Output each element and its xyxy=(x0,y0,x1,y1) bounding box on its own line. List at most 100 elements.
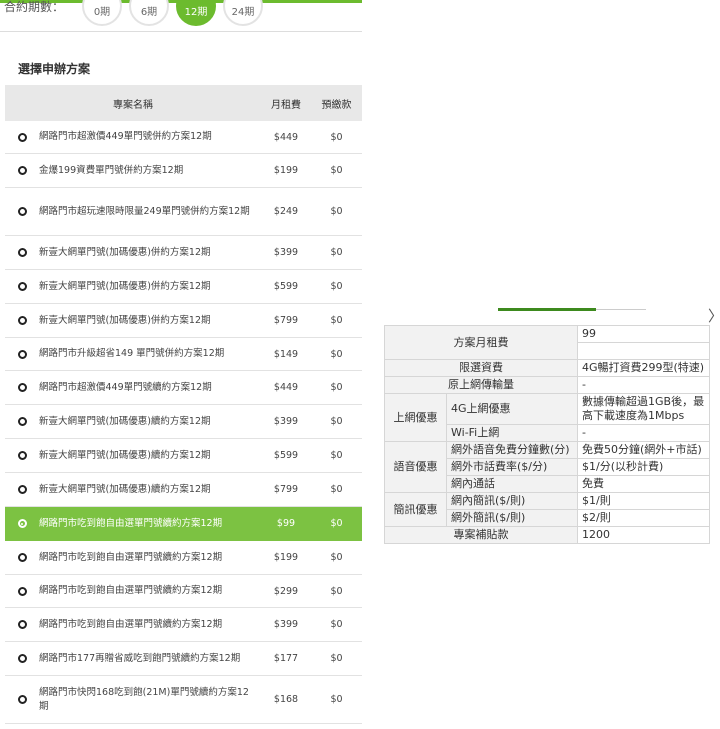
plan-row[interactable]: 網路門市吃到飽自由選單門號續約方案12期 $99 $0 xyxy=(5,507,362,541)
plan-monthly-fee: $399 xyxy=(273,619,299,630)
plan-name: 新壹大網單門號(加碼優惠)併約方案12期 xyxy=(39,314,211,326)
period-option-0[interactable]: 0期 xyxy=(82,0,122,26)
radio-circle-icon xyxy=(17,417,27,426)
radio-circle-icon xyxy=(17,654,27,663)
plan-row[interactable]: 網路門市吃到飽自由選單門號續約方案12期 $399 $0 xyxy=(5,608,362,642)
plan-radio[interactable] xyxy=(5,207,39,216)
plan-row[interactable]: 網路門市超激價449單門號續約方案12期 $449 $0 xyxy=(5,371,362,405)
plan-prepayment: $0 xyxy=(330,281,343,292)
plan-row[interactable]: 網路門市177再贈省威吃到飽門號續約方案12期 $177 $0 xyxy=(5,642,362,676)
plan-prepayment: $0 xyxy=(330,694,343,705)
internet-4g-value: 數據傳輸超過1GB後，最高下載速度為1Mbps xyxy=(577,393,710,425)
offnet-sms-label: 網外簡訊($/則) xyxy=(446,509,578,527)
plan-prepayment: $0 xyxy=(330,382,343,393)
plan-radio[interactable] xyxy=(5,553,39,562)
wifi-value: - xyxy=(577,424,710,442)
subsidy-value: 1200 xyxy=(577,526,710,544)
plan-radio[interactable] xyxy=(5,519,39,528)
plan-prepayment: $0 xyxy=(330,619,343,630)
plan-name: 網路門市吃到飽自由選單門號續約方案12期 xyxy=(39,551,223,563)
monthly-fee-label: 方案月租費 xyxy=(384,325,578,360)
plan-radio[interactable] xyxy=(5,132,39,142)
plan-radio[interactable] xyxy=(5,695,39,704)
plan-radio[interactable] xyxy=(5,316,39,325)
radio-circle-icon xyxy=(17,620,27,629)
plan-row[interactable]: 網路門市升級超省149 單門號併約方案12期 $149 $0 xyxy=(5,338,362,371)
plan-row[interactable]: 網路門市吃到飽自由選單門號續約方案12期 $199 $0 xyxy=(5,541,362,575)
plan-row[interactable]: 新壹大網單門號(加碼優惠)併約方案12期 $599 $0 xyxy=(5,270,362,304)
plan-row[interactable]: 新壹大網單門號(加碼優惠)續約方案12期 $599 $0 xyxy=(5,439,362,473)
plan-monthly-fee: $299 xyxy=(273,585,299,597)
plan-monthly-fee: $99 xyxy=(276,518,296,529)
plan-prepayment: $0 xyxy=(330,131,343,143)
offnet-free-value: 免費50分鐘(網外+市話) xyxy=(577,441,710,459)
plan-monthly-fee: $799 xyxy=(273,484,299,495)
plan-radio[interactable] xyxy=(5,282,39,291)
plan-row[interactable]: 網路門市超激價449單門號併約方案12期 $449 $0 xyxy=(5,121,362,154)
plan-row[interactable]: 網路門市超玩速限時限量249單門號併約方案12期 $249 $0 xyxy=(5,188,362,236)
plan-monthly-fee: $177 xyxy=(273,653,299,664)
plan-row[interactable]: 網路門市吃到飽自由選單門號續約方案12期 $299 $0 xyxy=(5,575,362,608)
plan-radio[interactable] xyxy=(5,485,39,494)
plan-row[interactable]: 網路門市快閃168吃到飽(21M)單門號續約方案12期 $168 $0 xyxy=(5,676,362,724)
limited-plan-label: 限選資費 xyxy=(384,359,578,377)
radio-circle-icon xyxy=(17,248,27,257)
contract-period-row: 合約期數： 0期 6期 12期 24期 xyxy=(0,0,362,32)
plan-prepayment: $0 xyxy=(330,552,343,563)
plan-section-title: 選擇申辦方案 xyxy=(18,62,91,76)
plan-prepayment: $0 xyxy=(330,165,343,176)
radio-circle-icon xyxy=(17,132,27,142)
subsidy-label: 專案補貼款 xyxy=(384,526,578,544)
plan-radio[interactable] xyxy=(5,417,39,426)
plan-name: 新壹大網單門號(加碼優惠)併約方案12期 xyxy=(39,280,211,292)
monthly-fee-value-blank xyxy=(577,342,710,360)
plan-prepayment: $0 xyxy=(330,518,343,529)
plan-radio[interactable] xyxy=(5,248,39,257)
plan-table: 專案名稱 月租費 預繳款 網路門市超激價449單門號併約方案12期 $449 $0 金… xyxy=(5,85,362,724)
plan-radio[interactable] xyxy=(5,451,39,460)
period-option-12[interactable]: 12期 xyxy=(176,0,216,26)
voice-group-label: 語音優惠 xyxy=(384,441,447,493)
header-plan-name: 專案名稱 xyxy=(113,99,153,111)
plan-prepayment: $0 xyxy=(330,315,343,326)
offnet-free-label: 網外語音免費分鐘數(分) xyxy=(446,441,578,459)
plan-monthly-fee: $399 xyxy=(273,416,299,427)
plan-prepayment: $0 xyxy=(330,484,343,495)
plan-monthly-fee: $199 xyxy=(273,165,299,176)
period-option-24[interactable]: 24期 xyxy=(223,0,263,26)
plan-name: 新壹大網單門號(加碼優惠)續約方案12期 xyxy=(39,449,211,461)
radio-circle-icon xyxy=(17,485,27,494)
radio-circle-icon xyxy=(17,451,27,460)
chevron-right-icon[interactable]: 〉 xyxy=(708,309,720,324)
plan-monthly-fee: $799 xyxy=(273,315,299,326)
plan-row[interactable]: 新壹大網單門號(加碼優惠)併約方案12期 $799 $0 xyxy=(5,304,362,338)
plan-prepayment: $0 xyxy=(330,653,343,664)
plan-name: 網路門市超激價449單門號續約方案12期 xyxy=(39,381,212,393)
plan-name: 金爆199資費單門號併約方案12期 xyxy=(39,164,184,176)
radio-circle-icon xyxy=(17,553,27,562)
radio-circle-icon xyxy=(17,586,27,596)
period-option-6[interactable]: 6期 xyxy=(129,0,169,26)
plan-row[interactable]: 新壹大網單門號(加碼優惠)併約方案12期 $399 $0 xyxy=(5,236,362,270)
plan-radio[interactable] xyxy=(5,654,39,663)
plan-name: 網路門市吃到飽自由選單門號續約方案12期 xyxy=(39,585,223,596)
plan-radio[interactable] xyxy=(5,586,39,596)
plan-name: 網路門市177再贈省威吃到飽門號續約方案12期 xyxy=(39,652,241,664)
plan-monthly-fee: $199 xyxy=(273,552,299,563)
plan-monthly-fee: $149 xyxy=(273,348,299,360)
plan-radio[interactable] xyxy=(5,620,39,629)
plan-name: 新壹大網單門號(加碼優惠)續約方案12期 xyxy=(39,483,211,495)
plan-radio[interactable] xyxy=(5,166,39,175)
plan-radio[interactable] xyxy=(5,383,39,392)
plan-row[interactable]: 金爆199資費單門號併約方案12期 $199 $0 xyxy=(5,154,362,188)
plan-radio[interactable] xyxy=(5,349,39,359)
onnet-call-value: 免費 xyxy=(577,475,710,493)
plan-name: 網路門市吃到飽自由選單門號續約方案12期 xyxy=(39,618,223,630)
internet-4g-label: 4G上網優惠 xyxy=(446,393,578,425)
plan-row[interactable]: 新壹大網單門號(加碼優惠)續約方案12期 $799 $0 xyxy=(5,473,362,507)
plan-row[interactable]: 新壹大網單門號(加碼優惠)續約方案12期 $399 $0 xyxy=(5,405,362,439)
plan-monthly-fee: $599 xyxy=(273,281,299,292)
plan-name: 網路門市升級超省149 單門號併約方案12期 xyxy=(39,348,225,359)
plan-detail-table: 方案月租費 99 限選資費 4G暢打資費299型(特速) 原上網傳輸量 - 上網… xyxy=(384,325,710,544)
plan-monthly-fee: $599 xyxy=(273,450,299,461)
